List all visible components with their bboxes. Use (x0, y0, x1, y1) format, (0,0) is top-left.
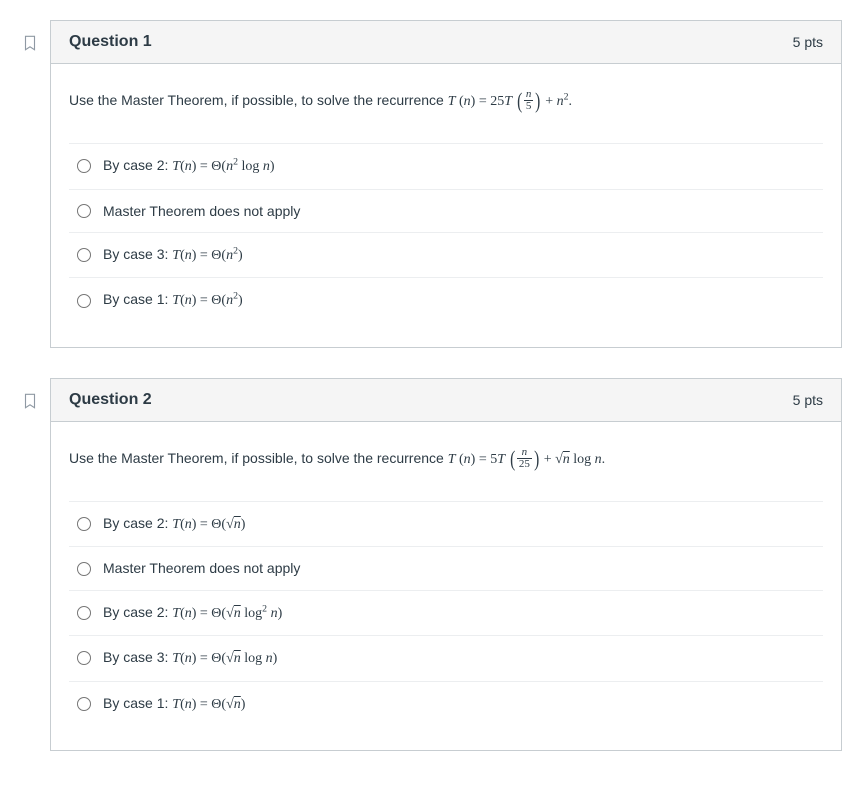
question-points: 5 pts (793, 34, 823, 50)
answer-label: By case 3: T(n) = Θ(√n log n) (103, 646, 277, 670)
answers-list: By case 2: T(n) = Θ(√n) Master Theorem d… (69, 501, 823, 726)
answer-radio[interactable] (77, 248, 91, 262)
prompt-prefix: Use the Master Theorem, if possible, to … (69, 92, 448, 108)
answer-radio[interactable] (77, 651, 91, 665)
answer-radio[interactable] (77, 159, 91, 173)
answer-label: Master Theorem does not apply (103, 200, 300, 222)
flag-column (10, 378, 50, 413)
answer-prefix: By case 2: (103, 157, 172, 173)
question-card: Question 2 5 pts Use the Master Theorem,… (50, 378, 842, 751)
question-title: Question 2 (69, 391, 152, 409)
answer-prefix: By case 1: (103, 291, 172, 307)
question-card: Question 1 5 pts Use the Master Theorem,… (50, 20, 842, 348)
bookmark-icon[interactable] (21, 392, 39, 413)
answer-radio[interactable] (77, 606, 91, 620)
answer-prefix: By case 3: (103, 649, 172, 665)
answer-label: By case 2: T(n) = Θ(√n log2 n) (103, 601, 282, 625)
answer-option[interactable]: By case 2: T(n) = Θ(√n) (69, 502, 823, 547)
question-wrapper: Question 1 5 pts Use the Master Theorem,… (10, 20, 842, 348)
question-points: 5 pts (793, 392, 823, 408)
answer-label: By case 2: T(n) = Θ(√n) (103, 512, 245, 536)
answer-option[interactable]: By case 3: T(n) = Θ(√n log n) (69, 636, 823, 681)
recurrence-formula: T (n) = 25T (n5) + n2. (448, 94, 572, 109)
answer-prefix: By case 2: (103, 604, 172, 620)
answer-label: By case 1: T(n) = Θ(n2) (103, 288, 243, 312)
recurrence-formula: T (n) = 5T (n25) + √n log n. (448, 452, 605, 467)
answer-prefix: By case 3: (103, 246, 172, 262)
answer-option[interactable]: By case 1: T(n) = Θ(√n) (69, 682, 823, 726)
answer-label: By case 2: T(n) = Θ(n2 log n) (103, 154, 275, 178)
question-header: Question 1 5 pts (51, 21, 841, 64)
flag-column (10, 20, 50, 55)
answer-radio[interactable] (77, 517, 91, 531)
question-wrapper: Question 2 5 pts Use the Master Theorem,… (10, 378, 842, 751)
bookmark-icon[interactable] (21, 34, 39, 55)
answer-label: By case 1: T(n) = Θ(√n) (103, 692, 245, 716)
answer-radio[interactable] (77, 562, 91, 576)
answer-option[interactable]: Master Theorem does not apply (69, 190, 823, 233)
answer-radio[interactable] (77, 697, 91, 711)
question-title: Question 1 (69, 33, 152, 51)
answer-option[interactable]: By case 2: T(n) = Θ(√n log2 n) (69, 591, 823, 636)
denom: 25 (517, 458, 532, 470)
coef: 25 (490, 94, 504, 109)
question-body: Use the Master Theorem, if possible, to … (51, 64, 841, 347)
answers-list: By case 2: T(n) = Θ(n2 log n) Master The… (69, 143, 823, 323)
question-body: Use the Master Theorem, if possible, to … (51, 422, 841, 750)
answer-label: By case 3: T(n) = Θ(n2) (103, 243, 243, 267)
prompt-prefix: Use the Master Theorem, if possible, to … (69, 450, 448, 466)
question-prompt: Use the Master Theorem, if possible, to … (69, 84, 823, 119)
answer-option[interactable]: By case 3: T(n) = Θ(n2) (69, 233, 823, 278)
exp: 2 (564, 91, 569, 102)
answer-option[interactable]: By case 1: T(n) = Θ(n2) (69, 278, 823, 322)
answer-label: Master Theorem does not apply (103, 557, 300, 579)
question-header: Question 2 5 pts (51, 379, 841, 422)
denom: 5 (524, 100, 534, 112)
answer-prefix: By case 1: (103, 695, 172, 711)
answer-prefix: By case 2: (103, 515, 172, 531)
answer-option[interactable]: By case 2: T(n) = Θ(n2 log n) (69, 144, 823, 189)
answer-radio[interactable] (77, 294, 91, 308)
answer-option[interactable]: Master Theorem does not apply (69, 547, 823, 590)
question-prompt: Use the Master Theorem, if possible, to … (69, 442, 823, 477)
answer-radio[interactable] (77, 204, 91, 218)
